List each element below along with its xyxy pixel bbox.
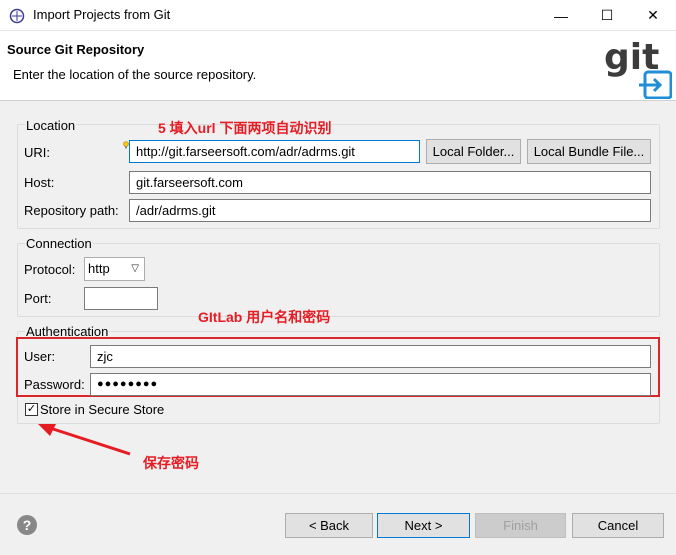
host-label: Host: <box>24 175 55 190</box>
wizard-header: Source Git Repository Enter the location… <box>0 31 676 101</box>
git-import-icon: git <box>604 37 672 99</box>
protocol-value: http <box>88 261 110 276</box>
connection-group-label: Connection <box>25 236 93 251</box>
local-folder-button[interactable]: Local Folder... <box>426 139 521 164</box>
repository-path-label: Repository path: <box>24 203 119 218</box>
uri-label: URI: <box>24 145 50 160</box>
user-input[interactable]: zjc <box>90 345 651 368</box>
minimize-icon: — <box>554 7 568 24</box>
uri-input[interactable]: http://git.farseersoft.com/adr/adrms.git <box>129 140 420 163</box>
repository-path-input[interactable]: /adr/adrms.git <box>129 199 651 222</box>
window-title: Import Projects from Git <box>33 7 171 22</box>
store-label: Store in Secure Store <box>40 402 165 417</box>
gitlab-annotation: GItLab 用户名和密码 <box>198 309 331 325</box>
footer-divider <box>0 493 676 494</box>
title-bar: Import Projects from Git — ☐ ✕ <box>0 0 676 31</box>
password-input[interactable]: ●●●●●●●● <box>90 373 651 396</box>
back-button[interactable]: < Back <box>285 513 373 538</box>
next-button[interactable]: Next > <box>377 513 470 538</box>
store-checkbox[interactable]: ✓ <box>25 403 38 416</box>
close-button[interactable]: ✕ <box>630 0 676 31</box>
arrow-annotation-icon <box>38 424 131 456</box>
help-icon[interactable]: ? <box>17 515 37 535</box>
finish-button[interactable]: Finish <box>475 513 566 538</box>
chevron-down-icon: ▽ <box>131 263 139 274</box>
page-description: Enter the location of the source reposit… <box>13 67 257 82</box>
user-label: User: <box>24 349 56 364</box>
save-password-annotation: 保存密码 <box>143 455 199 471</box>
maximize-icon: ☐ <box>600 7 614 23</box>
maximize-button[interactable]: ☐ <box>584 0 630 31</box>
cancel-button[interactable]: Cancel <box>572 513 664 538</box>
protocol-label: Protocol: <box>24 262 76 277</box>
host-input[interactable]: git.farseersoft.com <box>129 171 651 194</box>
port-label: Port: <box>24 291 52 306</box>
eclipse-icon <box>9 8 25 24</box>
local-bundle-file-button[interactable]: Local Bundle File... <box>527 139 651 164</box>
close-icon: ✕ <box>647 7 659 23</box>
password-label: Password: <box>24 377 85 392</box>
step-annotation: 5 填入url 下面两项自动识别 <box>158 120 332 136</box>
port-input[interactable] <box>84 287 158 310</box>
protocol-select[interactable]: http ▽ <box>84 257 145 281</box>
page-title: Source Git Repository <box>7 42 145 57</box>
minimize-button[interactable]: — <box>538 0 584 31</box>
location-group-label: Location <box>25 118 77 133</box>
